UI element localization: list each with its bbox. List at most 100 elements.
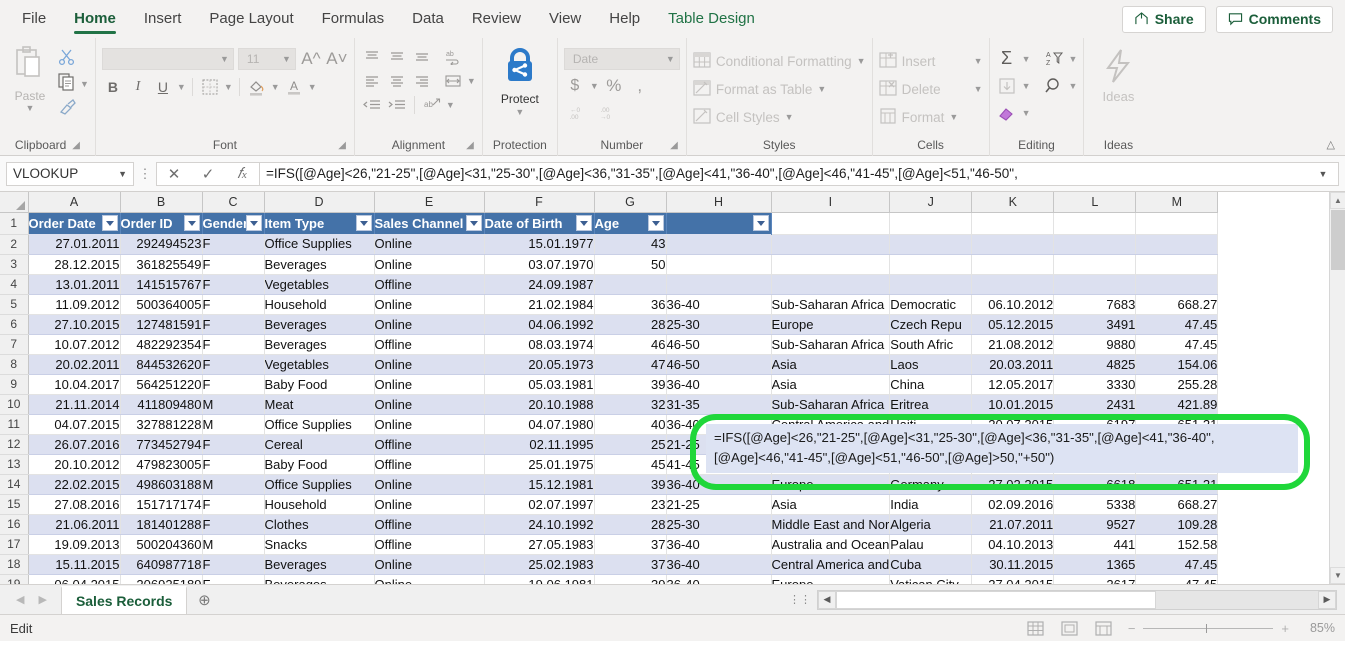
tab-table-design[interactable]: Table Design (654, 0, 769, 38)
zoom-out-button[interactable]: − (1128, 621, 1136, 636)
cell-G14[interactable]: 39 (594, 474, 666, 494)
cell-M9[interactable]: 255.28 (1136, 374, 1218, 394)
column-header-k[interactable]: K (972, 192, 1054, 212)
cell-D19[interactable]: Beverages (264, 574, 374, 584)
table-row[interactable]: 227.01.2011292494523FOffice SuppliesOnli… (0, 234, 1218, 254)
cell-I3[interactable] (771, 254, 890, 274)
underline-chevron-down-icon[interactable]: ▼ (177, 82, 186, 92)
cell-J8[interactable]: Laos (890, 354, 972, 374)
orientation-button[interactable]: ab (421, 94, 443, 116)
cell-I10[interactable]: Sub-Saharan Africa (771, 394, 890, 414)
cell-D2[interactable]: Office Supplies (264, 234, 374, 254)
normal-view-icon[interactable] (1026, 619, 1046, 637)
cell-B12[interactable]: 773452794 (120, 434, 202, 454)
cell-F6[interactable]: 04.06.1992 (484, 314, 594, 334)
cell-E12[interactable]: Offline (374, 434, 484, 454)
cell-L2[interactable] (1054, 234, 1136, 254)
vertical-scrollbar[interactable]: ▲ ▼ (1329, 192, 1345, 584)
cell-M3[interactable] (1136, 254, 1218, 274)
cell-M15[interactable]: 668.27 (1136, 494, 1218, 514)
cell-C18[interactable]: F (202, 554, 264, 574)
scroll-down-button[interactable]: ▼ (1330, 567, 1345, 584)
next-sheet-icon[interactable]: ▶ (38, 593, 46, 606)
cell-A4[interactable]: 13.01.2011 (28, 274, 120, 294)
cell-E3[interactable]: Online (374, 254, 484, 274)
cell-B7[interactable]: 482292354 (120, 334, 202, 354)
cell-L14[interactable]: 6618 (1054, 474, 1136, 494)
cell-F11[interactable]: 04.07.1980 (484, 414, 594, 434)
merge-and-center-button[interactable] (442, 70, 464, 92)
align-center-button[interactable] (386, 70, 408, 92)
column-header-f[interactable]: F (484, 192, 594, 212)
cell-F3[interactable]: 03.07.1970 (484, 254, 594, 274)
table-row[interactable]: 1815.11.2015640987718FBeveragesOnline25.… (0, 554, 1218, 574)
cell-A11[interactable]: 04.07.2015 (28, 414, 120, 434)
filter-icon-h[interactable] (753, 215, 769, 231)
row-header-7[interactable]: 7 (0, 334, 28, 354)
cell-C17[interactable]: M (202, 534, 264, 554)
page-layout-icon[interactable] (1060, 619, 1080, 637)
cell-F5[interactable]: 21.02.1984 (484, 294, 594, 314)
number-dialog-launcher-icon[interactable]: ◢ (670, 140, 678, 151)
cell-E2[interactable]: Online (374, 234, 484, 254)
cell-H14[interactable]: 36-40 (666, 474, 771, 494)
cell-K15[interactable]: 02.09.2016 (972, 494, 1054, 514)
sort-and-filter-button[interactable]: AZ (1043, 48, 1065, 70)
font-color-button[interactable]: A (283, 76, 305, 98)
cell-A2[interactable]: 27.01.2011 (28, 234, 120, 254)
cell-k1[interactable] (972, 212, 1054, 234)
cell-A16[interactable]: 21.06.2011 (28, 514, 120, 534)
cell-E6[interactable]: Online (374, 314, 484, 334)
format-painter-button[interactable] (58, 98, 89, 120)
autosum-button[interactable]: Σ (996, 48, 1018, 70)
cell-I18[interactable]: Central America and (771, 554, 890, 574)
scroll-up-button[interactable]: ▲ (1330, 192, 1345, 209)
cell-K17[interactable]: 04.10.2013 (972, 534, 1054, 554)
cell-H9[interactable]: 36-40 (666, 374, 771, 394)
cell-M8[interactable]: 154.06 (1136, 354, 1218, 374)
decrease-decimal-button[interactable]: .00→0 (594, 102, 616, 124)
cell-C2[interactable]: F (202, 234, 264, 254)
tab-view[interactable]: View (535, 0, 595, 38)
cell-K2[interactable] (972, 234, 1054, 254)
cell-F8[interactable]: 20.05.1973 (484, 354, 594, 374)
cell-H8[interactable]: 46-50 (666, 354, 771, 374)
cell-I6[interactable]: Europe (771, 314, 890, 334)
cell-C12[interactable]: F (202, 434, 264, 454)
cell-F19[interactable]: 19.06.1981 (484, 574, 594, 584)
cell-F9[interactable]: 05.03.1981 (484, 374, 594, 394)
table-row[interactable]: 1021.11.2014411809480MMeatOnline20.10.19… (0, 394, 1218, 414)
cell-L3[interactable] (1054, 254, 1136, 274)
cell-C5[interactable]: F (202, 294, 264, 314)
cell-B19[interactable]: 206925189 (120, 574, 202, 584)
cell-L16[interactable]: 9527 (1054, 514, 1136, 534)
cell-H4[interactable] (666, 274, 771, 294)
cell-G5[interactable]: 36 (594, 294, 666, 314)
cell-A15[interactable]: 27.08.2016 (28, 494, 120, 514)
row-header-15[interactable]: 15 (0, 494, 28, 514)
cell-H6[interactable]: 25-30 (666, 314, 771, 334)
cell-A3[interactable]: 28.12.2015 (28, 254, 120, 274)
cell-F18[interactable]: 25.02.1983 (484, 554, 594, 574)
fill-color-chevron-down-icon[interactable]: ▼ (271, 82, 280, 92)
cell-D4[interactable]: Vegetables (264, 274, 374, 294)
cell-A18[interactable]: 15.11.2015 (28, 554, 120, 574)
cell-E13[interactable]: Offline (374, 454, 484, 474)
cell-M4[interactable] (1136, 274, 1218, 294)
column-header-g[interactable]: G (594, 192, 666, 212)
cell-H3[interactable] (666, 254, 771, 274)
cell-E16[interactable]: Offline (374, 514, 484, 534)
table-row[interactable]: 511.09.2012500364005FHouseholdOnline21.0… (0, 294, 1218, 314)
cell-B14[interactable]: 498603188 (120, 474, 202, 494)
autosum-chevron-down-icon[interactable]: ▼ (1022, 54, 1031, 64)
column-header-d[interactable]: D (264, 192, 374, 212)
cell-C8[interactable]: F (202, 354, 264, 374)
cell-F7[interactable]: 08.03.1974 (484, 334, 594, 354)
alignment-dialog-launcher-icon[interactable]: ◢ (466, 140, 474, 151)
select-all-corner[interactable] (0, 192, 28, 212)
cell-C19[interactable]: F (202, 574, 264, 584)
cell-L18[interactable]: 1365 (1054, 554, 1136, 574)
cell-D14[interactable]: Office Supplies (264, 474, 374, 494)
cell-K18[interactable]: 30.11.2015 (972, 554, 1054, 574)
cell-L17[interactable]: 441 (1054, 534, 1136, 554)
